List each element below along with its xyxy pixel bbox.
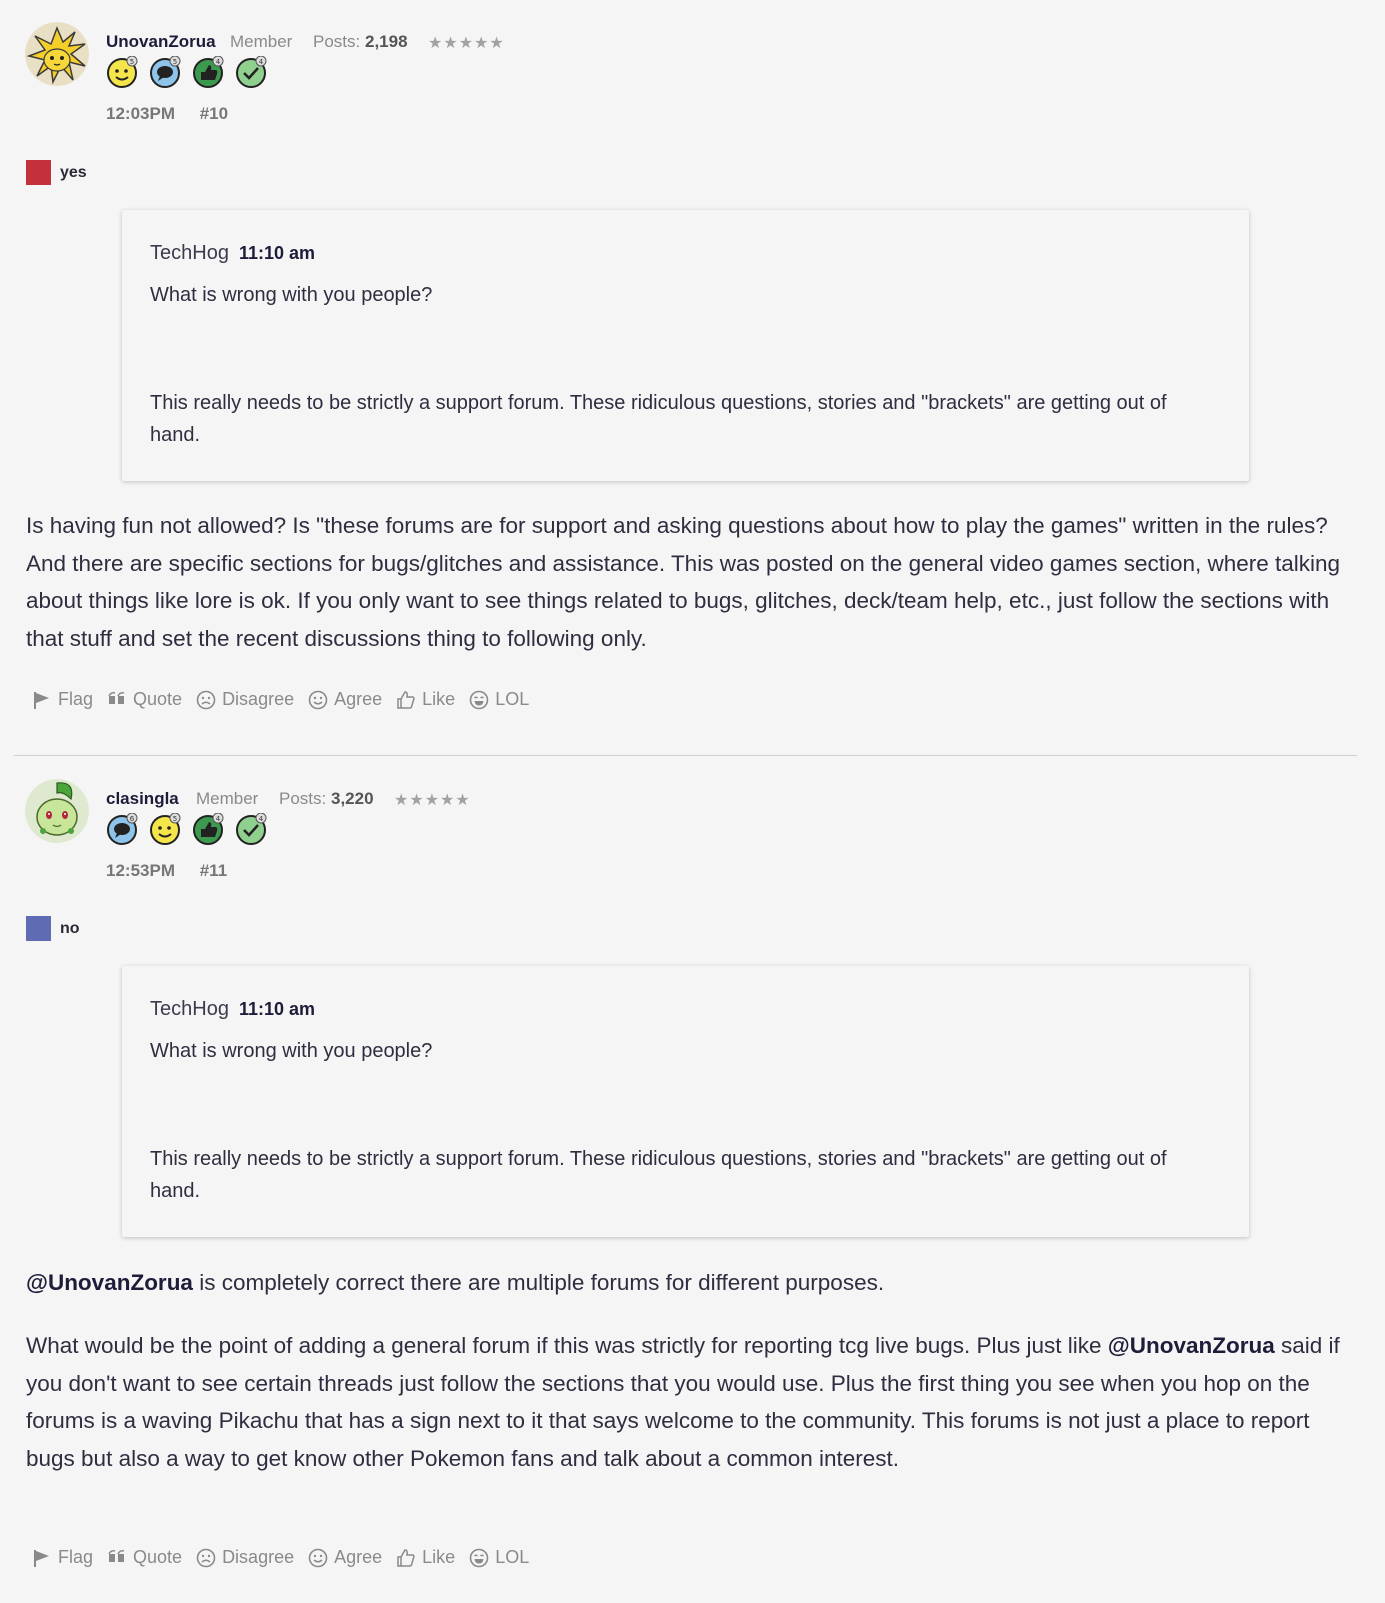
smiley-badge-icon[interactable]: 5 [149,813,181,845]
agree-button[interactable]: Agree [308,1547,382,1568]
quote-time[interactable]: 11:10 am [239,999,315,1019]
svg-text:4: 4 [259,815,264,823]
frown-icon [196,1548,216,1567]
svg-text:6: 6 [130,815,135,823]
agree-label: Agree [334,1547,383,1567]
like-button[interactable]: Like [396,1547,455,1568]
svg-text:4: 4 [216,815,221,823]
laugh-icon [469,1548,489,1567]
quote-text-line: What is wrong with you people? [150,1040,433,1062]
post-count-label: Posts: [279,789,327,808]
flag-label: Flag [58,1547,94,1567]
flag-button[interactable]: Flag [32,1547,93,1568]
chikorita-avatar-icon [25,779,89,843]
post-count: Posts: 3,220 [279,789,374,809]
username[interactable]: clasingla [106,789,179,809]
badge-row: 6 5 4 4 [106,813,267,845]
post-number[interactable]: #11 [200,861,227,880]
svg-text:5: 5 [173,815,177,823]
vote-color-swatch [26,916,51,941]
quote-author[interactable]: TechHog [150,998,229,1020]
disagree-label: Disagree [222,1547,295,1567]
like-label: Like [422,1547,456,1567]
quote-icon [108,1549,125,1562]
quote-text-paragraph: This really needs to be strictly a suppo… [150,1148,1167,1202]
post-time[interactable]: 12:53PM [106,861,175,880]
quote-button[interactable]: Quote [107,1547,182,1568]
body-text: What would be the point of adding a gene… [26,1333,1108,1358]
lol-label: LOL [495,1547,530,1567]
poll-vote: no [26,916,80,941]
post-body-paragraph-1: @UnovanZorua is completely correct there… [26,1264,1346,1302]
smile-icon [308,1548,328,1567]
vote-label: no [60,919,80,937]
post-meta: 12:53PM #11 [106,861,247,881]
flag-icon [34,1549,49,1567]
user-mention[interactable]: @UnovanZorua [26,1270,193,1295]
thumbs-up-badge-icon[interactable]: 4 [192,813,224,845]
quote-block: TechHog 11:10 am What is wrong with you p… [122,966,1249,1237]
user-avatar[interactable] [25,779,89,843]
post-count-value: 3,220 [330,789,374,808]
quote-label: Quote [133,1547,183,1567]
speech-bubble-badge-icon[interactable]: 6 [106,813,138,845]
body-text: is completely correct there are multiple… [192,1270,885,1295]
lol-button[interactable]: LOL [469,1547,529,1568]
rank-stars: ★★★★★ [394,792,471,809]
disagree-button[interactable]: Disagree [196,1547,294,1568]
user-mention[interactable]: @UnovanZorua [1108,1333,1275,1358]
thumbs-up-icon [397,1548,415,1567]
post-actions: Flag Quote Disagree Agree Like LOL [32,1547,529,1568]
quote-header: TechHog 11:10 am [150,998,315,1021]
checkmark-badge-icon[interactable]: 4 [235,813,267,845]
post-11: clasingla Member Posts: 3,220 ★★★★★ 6 5 [0,0,1385,1603]
user-role: Member [196,789,259,808]
post-body-paragraph-2: What would be the point of adding a gene… [26,1327,1346,1477]
